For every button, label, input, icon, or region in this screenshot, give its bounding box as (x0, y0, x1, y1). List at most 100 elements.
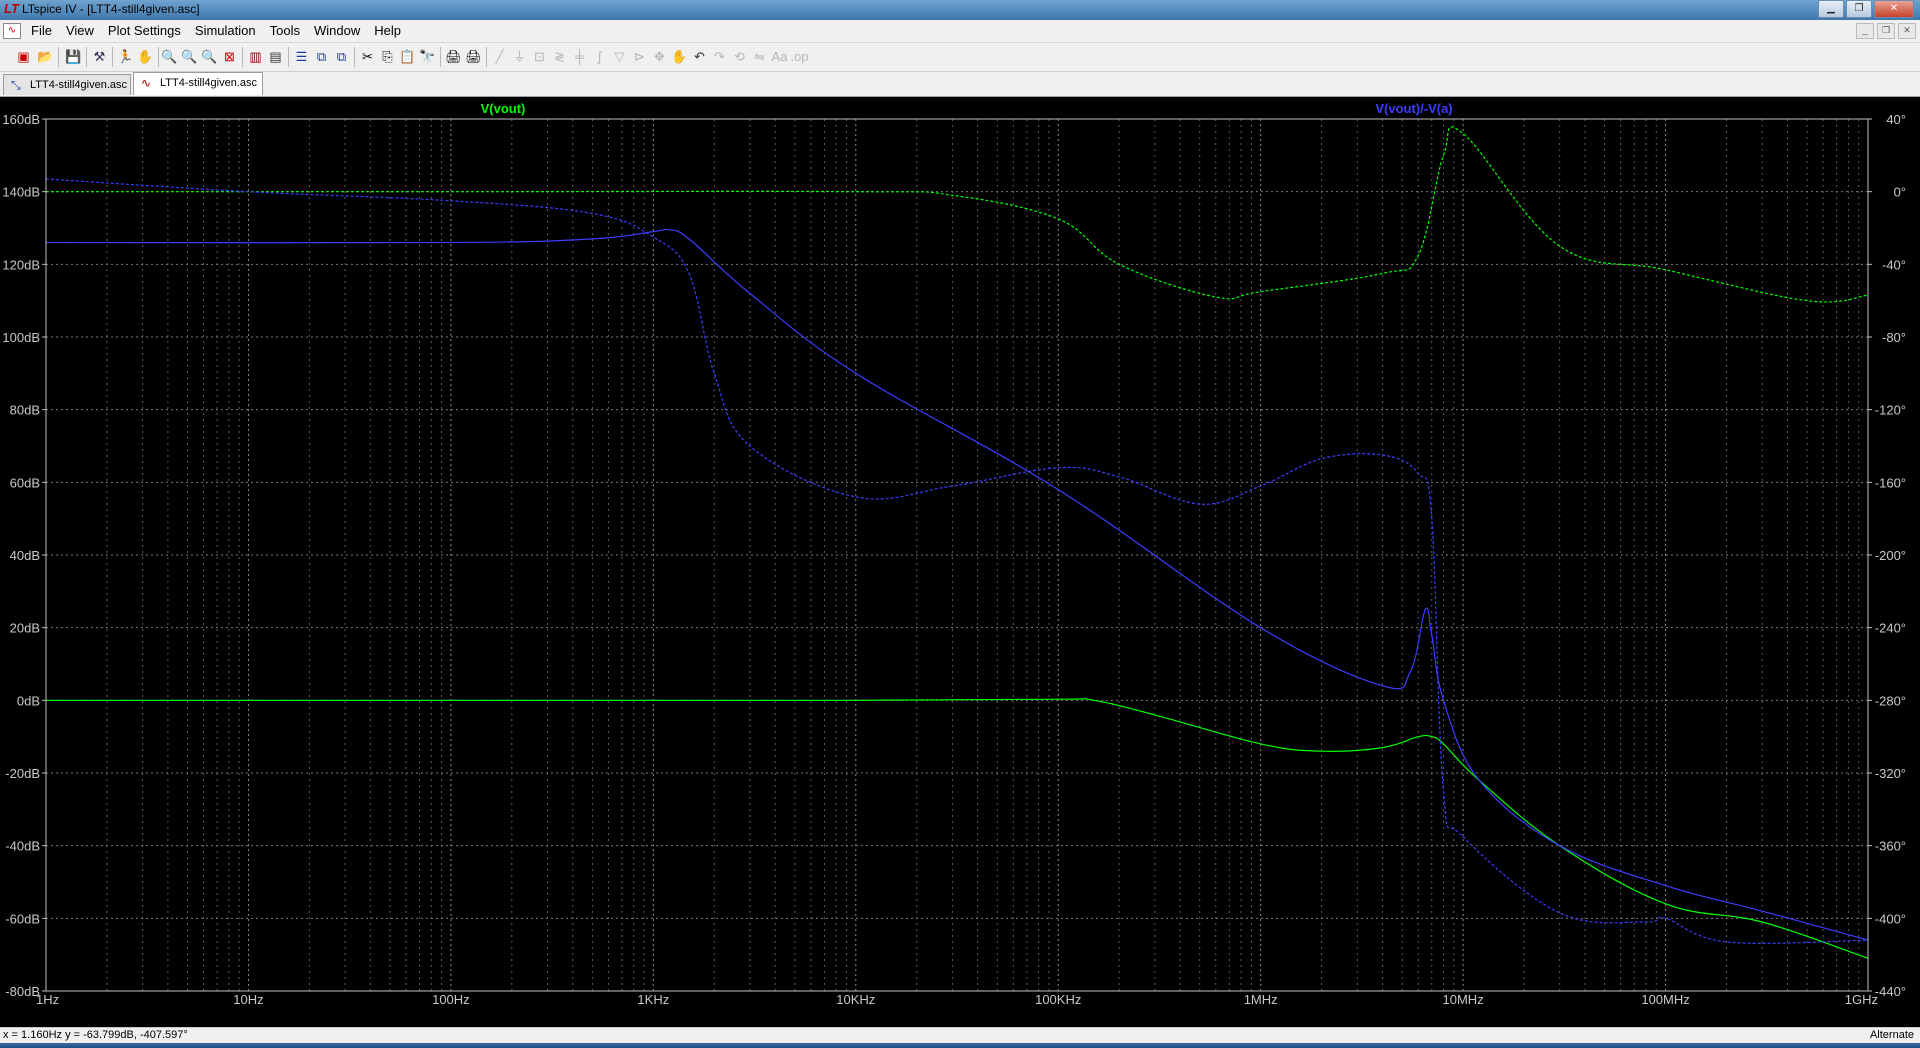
wire-icon[interactable]: ╱ (490, 47, 509, 66)
series-3-phase (45, 178, 1869, 944)
mdi-controls: _ ❐ ✕ (1856, 23, 1916, 39)
resistor-icon[interactable]: ≷ (550, 47, 569, 66)
series-2-magnitude (45, 228, 1869, 941)
tile-vertical-icon[interactable]: ⧉ (312, 47, 331, 66)
menu-plot-settings[interactable]: Plot Settings (101, 23, 188, 38)
trace-label: V(vout)/-V(a) (1375, 101, 1452, 116)
menu-help[interactable]: Help (367, 23, 408, 38)
find-icon[interactable]: 🔭 (418, 47, 437, 66)
left-tick-label: 60dB (10, 475, 40, 490)
run-icon[interactable]: 🏃 (116, 47, 135, 66)
right-tick-label: -40° (1882, 257, 1906, 272)
halt-icon[interactable]: ✋ (136, 47, 155, 66)
zoom-in-icon[interactable]: 🔍 (160, 47, 179, 66)
left-tick-label: 120dB (2, 257, 40, 272)
bode-plot[interactable]: 160dB 140dB 120dB 100dB 80dB 60dB 40dB 20dB 0dB -… (0, 97, 1920, 1027)
left-tick-label: 80dB (10, 403, 40, 418)
undo-icon[interactable]: ↶ (690, 47, 709, 66)
autorange-icon[interactable]: ▥ (246, 47, 265, 66)
print-preview-icon[interactable]: 🖨 (444, 47, 463, 66)
title-bar: LT LTspice IV - [LTT4-still4given.asc] ▁… (0, 0, 1920, 20)
print-icon[interactable]: 🖨 (464, 47, 483, 66)
menu-tools[interactable]: Tools (263, 23, 307, 38)
plot-pane[interactable]: 160dB 140dB 120dB 100dB 80dB 60dB 40dB 20dB 0dB -… (0, 97, 1920, 1027)
close-button[interactable]: ✕ (1874, 0, 1914, 18)
pan-icon[interactable]: 🔍 (180, 47, 199, 66)
menu-window[interactable]: Window (307, 23, 367, 38)
label-icon[interactable]: ⊡ (530, 47, 549, 66)
right-tick-label: -240° (1875, 621, 1906, 636)
probe-icon[interactable]: ▤ (266, 47, 285, 66)
x-tick-label: 100KHz (1035, 992, 1081, 1007)
menu-view[interactable]: View (59, 23, 101, 38)
x-tick-label: 1Hz (36, 992, 59, 1007)
diode-icon[interactable]: ▽ (610, 47, 629, 66)
right-tick-label: 40° (1886, 112, 1906, 127)
move-icon[interactable]: ✥ (650, 47, 669, 66)
save-icon[interactable]: 💾 (64, 47, 83, 66)
left-tick-label: 140dB (2, 185, 40, 200)
x-tick-label: 10Hz (233, 992, 263, 1007)
capacitor-icon[interactable]: ╪ (570, 47, 589, 66)
ground-icon[interactable]: ⏚ (510, 47, 529, 66)
right-tick-label: -280° (1875, 693, 1906, 708)
left-tick-label: -80dB (5, 984, 40, 999)
inductor-icon[interactable]: ∫ (590, 47, 609, 66)
mirror-icon[interactable]: ⇋ (750, 47, 769, 66)
x-tick-label: 100Hz (432, 992, 470, 1007)
x-tick-label: 100MHz (1641, 992, 1689, 1007)
menu-bar: ∿ File View Plot Settings Simulation Too… (0, 20, 1920, 43)
menu-simulation[interactable]: Simulation (188, 23, 263, 38)
document-menu-icon[interactable]: ∿ (3, 23, 21, 39)
x-tick-label: 1MHz (1244, 992, 1278, 1007)
mdi-close-button[interactable]: ✕ (1898, 23, 1916, 39)
open-folder-icon[interactable]: 📂 (36, 47, 55, 66)
left-tick-label: -40dB (5, 839, 40, 854)
left-tick-label: -60dB (5, 911, 40, 926)
control-panel-icon[interactable]: ⚒ (90, 47, 109, 66)
tab-waveform-label: LTT4-still4given.asc (160, 77, 257, 89)
new-schematic-icon[interactable]: ▣ (14, 47, 33, 66)
copy-icon[interactable]: ⎘ (378, 47, 397, 66)
document-tabs: ⤡ LTT4-still4given.asc ∿ LTT4-still4give… (0, 72, 1920, 97)
drag-icon[interactable]: ✋ (670, 47, 689, 66)
cascade-icon[interactable]: ⧉ (332, 47, 351, 66)
maximize-button[interactable]: ❐ (1846, 0, 1872, 18)
zoom-fit-icon[interactable]: ⊠ (220, 47, 239, 66)
x-tick-label: 10KHz (836, 992, 875, 1007)
window-title: LTspice IV - [LTT4-still4given.asc] (22, 2, 200, 16)
left-tick-label: 20dB (10, 621, 40, 636)
right-tick-label: -320° (1875, 766, 1906, 781)
menu-items: File View Plot Settings Simulation Tools… (24, 23, 408, 38)
mdi-minimize-button[interactable]: _ (1856, 23, 1874, 39)
x-tick-label: 10MHz (1443, 992, 1484, 1007)
tab-schematic[interactable]: ⤡ LTT4-still4given.asc (3, 74, 131, 95)
redo-icon[interactable]: ↷ (710, 47, 729, 66)
tab-waveform[interactable]: ∿ LTT4-still4given.asc (133, 72, 263, 95)
ltspice-logo-icon: LT (4, 1, 19, 16)
rotate-icon[interactable]: ⟲ (730, 47, 749, 66)
component-icon[interactable]: ⊳ (630, 47, 649, 66)
right-tick-label: -440° (1875, 984, 1906, 999)
left-tick-label: 0dB (17, 693, 40, 708)
plot-grid (45, 118, 1868, 992)
right-tick-label: 0° (1894, 185, 1906, 200)
cut-icon[interactable]: ✂ (358, 47, 377, 66)
zoom-out-icon[interactable]: 🔍 (200, 47, 219, 66)
status-bar: x = 1.160Hz y = -63.799dB, -407.597° Alt… (0, 1027, 1920, 1043)
x-tick-label: 1KHz (637, 992, 669, 1007)
spice-directive-icon[interactable]: .op (790, 47, 809, 66)
tile-horizontal-icon[interactable]: ☰ (292, 47, 311, 66)
right-tick-label: -160° (1875, 475, 1906, 490)
text-icon[interactable]: Aa (770, 47, 789, 66)
right-tick-label: -360° (1875, 839, 1906, 854)
toolbar: ▣ 📂 💾 ⚒ 🏃 ✋ 🔍 🔍 🔍 ⊠ ▥ ▤ ☰ ⧉ ⧉ ✂ ⎘ 📋 🔭 🖨 … (0, 43, 1920, 72)
left-tick-label: 100dB (2, 330, 40, 345)
minimize-button[interactable]: ▁ (1818, 0, 1844, 18)
menu-file[interactable]: File (24, 23, 59, 38)
paste-icon[interactable]: 📋 (398, 47, 417, 66)
mdi-restore-button[interactable]: ❐ (1877, 23, 1895, 39)
plot-traces (45, 126, 1869, 959)
left-tick-label: -20dB (5, 766, 40, 781)
window-controls: ▁ ❐ ✕ (1818, 0, 1914, 18)
